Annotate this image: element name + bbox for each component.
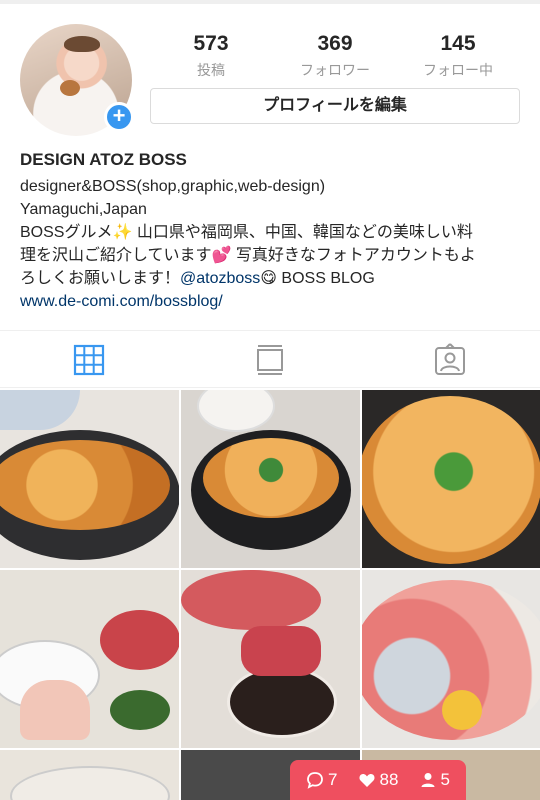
- grid-icon[interactable]: [72, 343, 106, 377]
- photo-tile[interactable]: [181, 390, 360, 568]
- list-icon[interactable]: [253, 343, 287, 377]
- profile-name: DESIGN ATOZ BOSS: [20, 150, 187, 169]
- profile-bio: DESIGN ATOZ BOSS designer&BOSS(shop,grap…: [20, 148, 525, 313]
- stat-following-label: フォロー中: [423, 62, 493, 78]
- bio-text: ろしくお願いします！: [20, 270, 181, 287]
- bio-line: Yamaguchi,Japan: [20, 201, 147, 218]
- photo-tile[interactable]: [362, 570, 540, 748]
- photo-tile[interactable]: [181, 570, 360, 748]
- person-icon: [421, 773, 434, 787]
- profile-tab-bar: [0, 330, 540, 388]
- likes-notification: 88: [358, 770, 399, 790]
- photo-tile[interactable]: [0, 390, 179, 568]
- comments-count: 7: [328, 770, 338, 789]
- stat-posts[interactable]: 573 投稿: [156, 32, 266, 80]
- top-divider: [0, 0, 540, 4]
- stat-posts-label: 投稿: [197, 62, 225, 78]
- bio-line: designer&BOSS(shop,graphic,web-design): [20, 178, 326, 195]
- heart-icon: [359, 774, 375, 787]
- photo-tile[interactable]: [362, 390, 540, 568]
- likes-count: 88: [379, 770, 399, 789]
- bio-text: 😋 BOSS BLOG: [260, 270, 375, 287]
- avatar-cookie: [60, 80, 80, 96]
- mention-link[interactable]: @atozboss: [180, 270, 260, 287]
- activity-notification[interactable]: 7 88 5: [290, 760, 466, 800]
- stat-posts-count: 573: [193, 32, 229, 55]
- website-link[interactable]: www.de-comi.com/bossblog/: [20, 290, 525, 313]
- bio-line: 理を沢山ご紹介しています💕 写真好きなフォトアカウントもよ: [20, 247, 476, 264]
- stat-following[interactable]: 145 フォロー中: [403, 32, 513, 80]
- add-story-icon[interactable]: +: [104, 102, 134, 132]
- stat-following-count: 145: [440, 32, 476, 55]
- followers-notification: 5: [419, 770, 450, 790]
- bio-line: ろしくお願いします！@atozboss😋 BOSS BLOG: [20, 267, 525, 290]
- bio-line: BOSSグルメ✨ 山口県や福岡県、中国、韓国などの美味しい料: [20, 224, 473, 241]
- photo-tile[interactable]: [0, 570, 179, 748]
- followers-count: 5: [440, 770, 450, 789]
- comments-notification: 7: [306, 770, 337, 790]
- photo-tile[interactable]: [0, 750, 179, 800]
- photo-grid: [0, 390, 540, 800]
- avatar-hair: [64, 36, 100, 52]
- tagged-icon[interactable]: [433, 343, 467, 377]
- stat-followers-count: 369: [317, 32, 353, 55]
- comment-icon: [307, 772, 323, 789]
- stat-followers[interactable]: 369 フォロワー: [280, 32, 390, 80]
- stat-followers-label: フォロワー: [300, 62, 370, 78]
- edit-profile-button[interactable]: プロフィールを編集: [150, 88, 520, 124]
